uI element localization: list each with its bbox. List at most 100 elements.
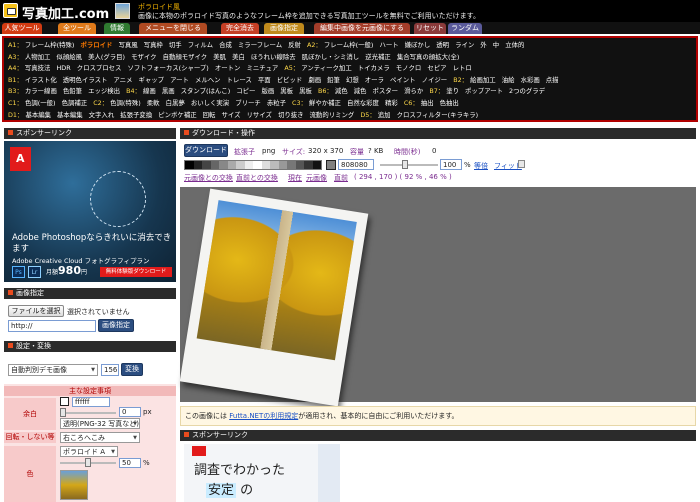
menu-item[interactable]: 減色: [335, 87, 348, 95]
menu-item[interactable]: ポップアート: [465, 87, 503, 95]
margin-number-input[interactable]: 0: [119, 407, 141, 417]
menu-item[interactable]: 写真枠: [144, 41, 163, 49]
menu-item[interactable]: 塗り: [446, 87, 459, 95]
image-specify-button[interactable]: 画像指定: [264, 23, 304, 34]
menu-item[interactable]: 色調(特殊): [110, 99, 141, 107]
menu-item[interactable]: ギャップ: [139, 76, 165, 84]
fullscreen-icon[interactable]: [518, 160, 525, 168]
menu-item[interactable]: モザイク: [131, 53, 156, 61]
margin-type-select[interactable]: 透明(PNG-32 写真など): [60, 418, 140, 429]
menu-item[interactable]: 鉛筆: [327, 76, 340, 84]
menu-item[interactable]: 透明: [436, 41, 449, 49]
menu-item[interactable]: 点描: [546, 76, 559, 84]
menu-item[interactable]: 写真風: [118, 41, 137, 49]
menu-item[interactable]: 黒板: [299, 87, 312, 95]
reset-button[interactable]: リセット: [414, 23, 446, 34]
menu-item[interactable]: オーラ: [365, 76, 384, 84]
menu-item[interactable]: 追加: [378, 111, 391, 119]
menu-item[interactable]: 外: [480, 41, 486, 49]
original-link[interactable]: 元画像: [306, 173, 327, 183]
menu-item[interactable]: ペイント: [390, 76, 416, 84]
menu-item[interactable]: 2つのグラデ: [509, 87, 545, 95]
menu-item[interactable]: 切手: [169, 41, 182, 49]
menu-item[interactable]: モノクロ: [396, 64, 422, 72]
margin-color-input[interactable]: ffffff: [72, 397, 110, 407]
menu-item[interactable]: ほうれい線除去: [251, 53, 296, 61]
menu-item[interactable]: 線画: [143, 87, 156, 95]
menu-item[interactable]: 文字入れ: [89, 111, 115, 119]
menu-item[interactable]: 色鉛筆: [63, 87, 82, 95]
image-spec-submit-button[interactable]: 画像指定: [98, 319, 134, 332]
menu-item[interactable]: 逆光補正: [365, 53, 391, 61]
preset-select[interactable]: 自動判別デモ画像: [8, 364, 98, 376]
menu-item[interactable]: アニメ: [113, 76, 132, 84]
menu-item[interactable]: 嫌ぼかし: [405, 41, 431, 49]
menu-item[interactable]: ノイジー: [422, 76, 448, 84]
close-menu-button[interactable]: メニューを閉じる: [139, 23, 207, 34]
menu-item[interactable]: 回転: [203, 111, 216, 119]
menu-item[interactable]: 色調補正: [62, 99, 88, 107]
image-url-input[interactable]: http://: [8, 320, 96, 332]
menu-item[interactable]: 集合写真の顔拡大(全): [397, 53, 460, 61]
menu-item[interactable]: アンティーク加工: [301, 64, 352, 72]
menu-item[interactable]: 黒板: [280, 87, 293, 95]
tab-popular-tools[interactable]: 人気ツール: [2, 23, 42, 34]
polaroid-preview-image[interactable]: [179, 188, 369, 407]
menu-item[interactable]: 色調(一般): [25, 99, 56, 107]
site-title[interactable]: 写真加工.com: [22, 3, 109, 22]
menu-item[interactable]: 油絵: [502, 76, 515, 84]
menu-item[interactable]: 白黒夢: [166, 99, 185, 107]
menu-item[interactable]: 色抽出: [440, 99, 459, 107]
menu-item[interactable]: クロスフィルター(キラキラ): [397, 111, 479, 119]
menu-item[interactable]: 自然な彩度: [347, 99, 379, 107]
convert-button[interactable]: 変換: [121, 363, 143, 376]
menu-item[interactable]: ポスター: [372, 87, 398, 95]
menu-item[interactable]: 似顔絵風: [57, 53, 83, 61]
menu-item[interactable]: 美肌: [213, 53, 226, 61]
menu-item[interactable]: 減色: [354, 87, 367, 95]
menu-item[interactable]: ハート: [379, 41, 398, 49]
menu-item[interactable]: スタンプ(はんこ): [181, 87, 231, 95]
menu-item[interactable]: 水彩画: [521, 76, 540, 84]
menu-item-active[interactable]: ポラロイド: [80, 41, 112, 49]
menu-item[interactable]: 基本編集: [25, 111, 51, 119]
menu-item[interactable]: ミニチュア: [246, 64, 278, 72]
menu-item[interactable]: 流動的リミング: [310, 111, 355, 119]
menu-item[interactable]: ブリーチ: [235, 99, 261, 107]
menu-item[interactable]: フレーム枠(一般): [324, 41, 374, 49]
zoom-slider[interactable]: [380, 160, 438, 169]
zoom-input[interactable]: 100: [440, 159, 462, 170]
margin-slider[interactable]: [60, 408, 116, 417]
menu-item[interactable]: 赤粒子: [267, 99, 286, 107]
menu-item[interactable]: 切り抜き: [278, 111, 304, 119]
logo-icon[interactable]: [3, 3, 18, 18]
menu-item[interactable]: 版画: [261, 87, 274, 95]
menu-item[interactable]: ソフトフォーカス(シャープ): [128, 64, 209, 72]
menu-item[interactable]: 反射: [288, 41, 301, 49]
menu-item[interactable]: レトロ: [453, 64, 472, 72]
color-opacity-slider[interactable]: [60, 458, 116, 467]
menu-item[interactable]: 透明色イラスト: [63, 76, 108, 84]
menu-item[interactable]: HDR: [57, 64, 71, 72]
menu-item[interactable]: イラスト化: [25, 76, 57, 84]
swap-previous-link[interactable]: 直前との交換: [236, 173, 278, 183]
tab-all-tools[interactable]: 全ツール: [58, 23, 96, 34]
menu-item[interactable]: メルヘン: [195, 76, 221, 84]
menu-item[interactable]: オートン: [215, 64, 241, 72]
menu-item[interactable]: 中: [493, 41, 499, 49]
menu-item[interactable]: 黒画: [162, 87, 175, 95]
tab-info[interactable]: 情報: [104, 23, 130, 34]
menu-item[interactable]: 劇画: [308, 76, 321, 84]
menu-item[interactable]: 写真技法: [25, 64, 51, 72]
menu-item[interactable]: コピー: [236, 87, 255, 95]
menu-item[interactable]: 基本編集: [57, 111, 83, 119]
menu-item[interactable]: 抽出: [421, 99, 434, 107]
menu-item[interactable]: エッジ検出: [88, 87, 120, 95]
menu-item[interactable]: 精彩: [385, 99, 398, 107]
menu-item[interactable]: 合成: [219, 41, 232, 49]
menu-item[interactable]: トレース: [227, 76, 252, 84]
previous-link[interactable]: 直前: [334, 173, 348, 183]
menu-item[interactable]: 立体的: [505, 41, 524, 49]
download-button[interactable]: ダウンロード: [184, 144, 228, 157]
clear-all-button[interactable]: 完全消去: [221, 23, 259, 34]
